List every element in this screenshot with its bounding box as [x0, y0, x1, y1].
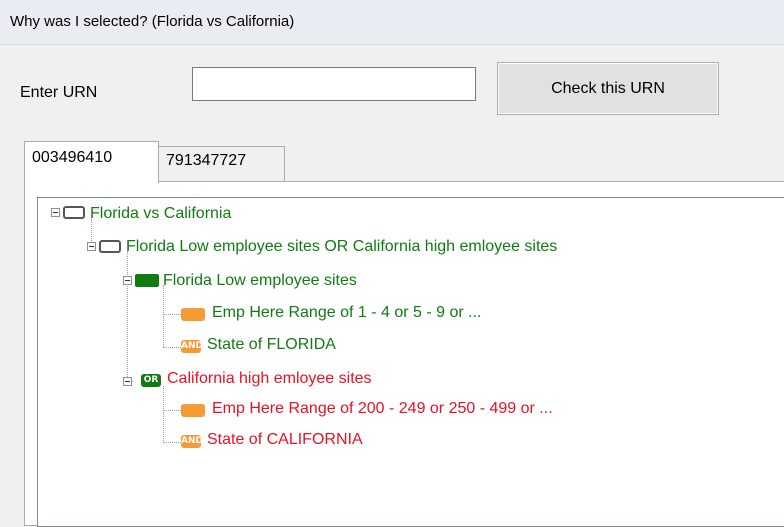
tree-node-florida-state[interactable]: State of FLORIDA	[207, 336, 336, 354]
tree-node-florida-emp-range[interactable]: Emp Here Range of 1 - 4 or 5 - 9 or ...	[212, 304, 481, 322]
tree-connector	[163, 410, 181, 411]
check-urn-button[interactable]: Check this URN	[497, 62, 719, 115]
tree-node-california[interactable]: California high emloyee sites	[167, 370, 372, 388]
condition-group-icon	[63, 206, 85, 219]
and-operator-icon: AND	[181, 340, 203, 353]
and-operator-icon: AND	[181, 435, 203, 448]
tree-connector	[163, 347, 181, 348]
tree-node-california-state[interactable]: State of CALIFORNIA	[207, 431, 363, 449]
tree-connector	[163, 442, 181, 443]
collapse-toggle[interactable]	[51, 208, 60, 217]
orange-condition-icon	[181, 404, 205, 417]
condition-group-icon	[99, 240, 121, 253]
tree-connector	[127, 251, 128, 381]
tree-connector	[163, 386, 164, 443]
collapse-toggle[interactable]	[123, 276, 132, 285]
or-operator-icon: OR	[141, 374, 161, 387]
window-title: Why was I selected? (Florida vs Californ…	[10, 13, 295, 30]
urn-label: Enter URN	[20, 84, 98, 101]
orange-condition-icon	[181, 308, 205, 321]
tree-node-root[interactable]: Florida vs California	[90, 205, 231, 223]
title-bar: Why was I selected? (Florida vs Californ…	[0, 0, 784, 45]
urn-input[interactable]	[192, 67, 476, 101]
collapse-toggle[interactable]	[123, 377, 132, 386]
tab-791347727[interactable]: 791347727	[158, 146, 285, 181]
tree-node-or-group[interactable]: Florida Low employee sites OR California…	[126, 238, 557, 256]
tree-connector	[163, 285, 164, 347]
tree-connector	[163, 314, 181, 315]
collapse-toggle[interactable]	[87, 242, 96, 251]
green-condition-icon	[135, 274, 159, 287]
tree-node-florida[interactable]: Florida Low employee sites	[163, 272, 357, 290]
tab-003496410[interactable]: 003496410	[24, 141, 159, 183]
tree-node-california-emp-range[interactable]: Emp Here Range of 200 - 249 or 250 - 499…	[212, 400, 553, 418]
why-selected-window: Why was I selected? (Florida vs Californ…	[0, 0, 784, 527]
